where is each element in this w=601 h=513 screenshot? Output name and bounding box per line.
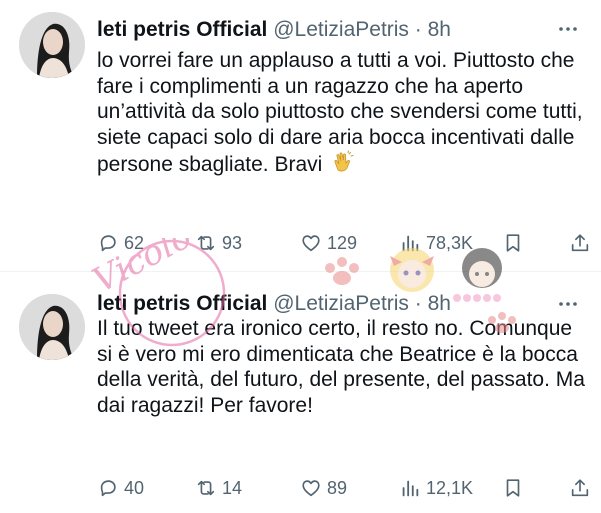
like-button[interactable]: 89 (300, 477, 347, 499)
display-name[interactable]: leti petris Official (97, 18, 267, 41)
reply-button[interactable]: 40 (97, 477, 144, 499)
bookmark-button[interactable] (502, 477, 529, 499)
watermark-text: Vicolo (86, 238, 198, 301)
avatar[interactable] (19, 12, 85, 78)
share-icon (571, 479, 589, 497)
paw-print-icon (488, 312, 516, 333)
reply-icon (100, 480, 116, 497)
cartoon-boy-icon (462, 248, 502, 288)
views-count: 12,1K (426, 477, 474, 498)
tweet-actions: 40 14 89 12,1K (97, 477, 597, 503)
share-button[interactable] (569, 232, 596, 254)
like-count: 89 (327, 477, 348, 498)
paw-print-icon (325, 257, 359, 285)
tweet-text: lo vorrei fare un applauso a tutti a voi… (97, 48, 587, 181)
more-icon[interactable] (557, 20, 579, 41)
retweet-icon (197, 480, 215, 496)
retweet-count: 14 (222, 477, 243, 498)
clapping-hands-icon (332, 150, 356, 181)
separator-dot: · (414, 18, 422, 41)
views-button[interactable]: 12,1K (399, 477, 473, 499)
retweet-button[interactable]: 14 (195, 477, 242, 499)
timestamp[interactable]: 8h (428, 18, 451, 41)
share-icon (571, 234, 589, 252)
tweet[interactable]: leti petris Official @LetiziaPetris · 8h… (0, 0, 601, 272)
reply-count: 40 (124, 477, 145, 498)
views-icon (402, 480, 419, 497)
user-handle[interactable]: @LetiziaPetris (273, 18, 409, 41)
tweet-header: leti petris Official @LetiziaPetris · 8h (97, 17, 451, 43)
flower-icon (453, 294, 501, 302)
cartoon-girl-icon (390, 248, 434, 292)
like-icon (302, 480, 320, 497)
watermark-logo: Vicolo (86, 238, 516, 347)
bookmark-icon (506, 479, 520, 497)
share-button[interactable] (569, 477, 596, 499)
more-icon[interactable] (557, 295, 579, 316)
